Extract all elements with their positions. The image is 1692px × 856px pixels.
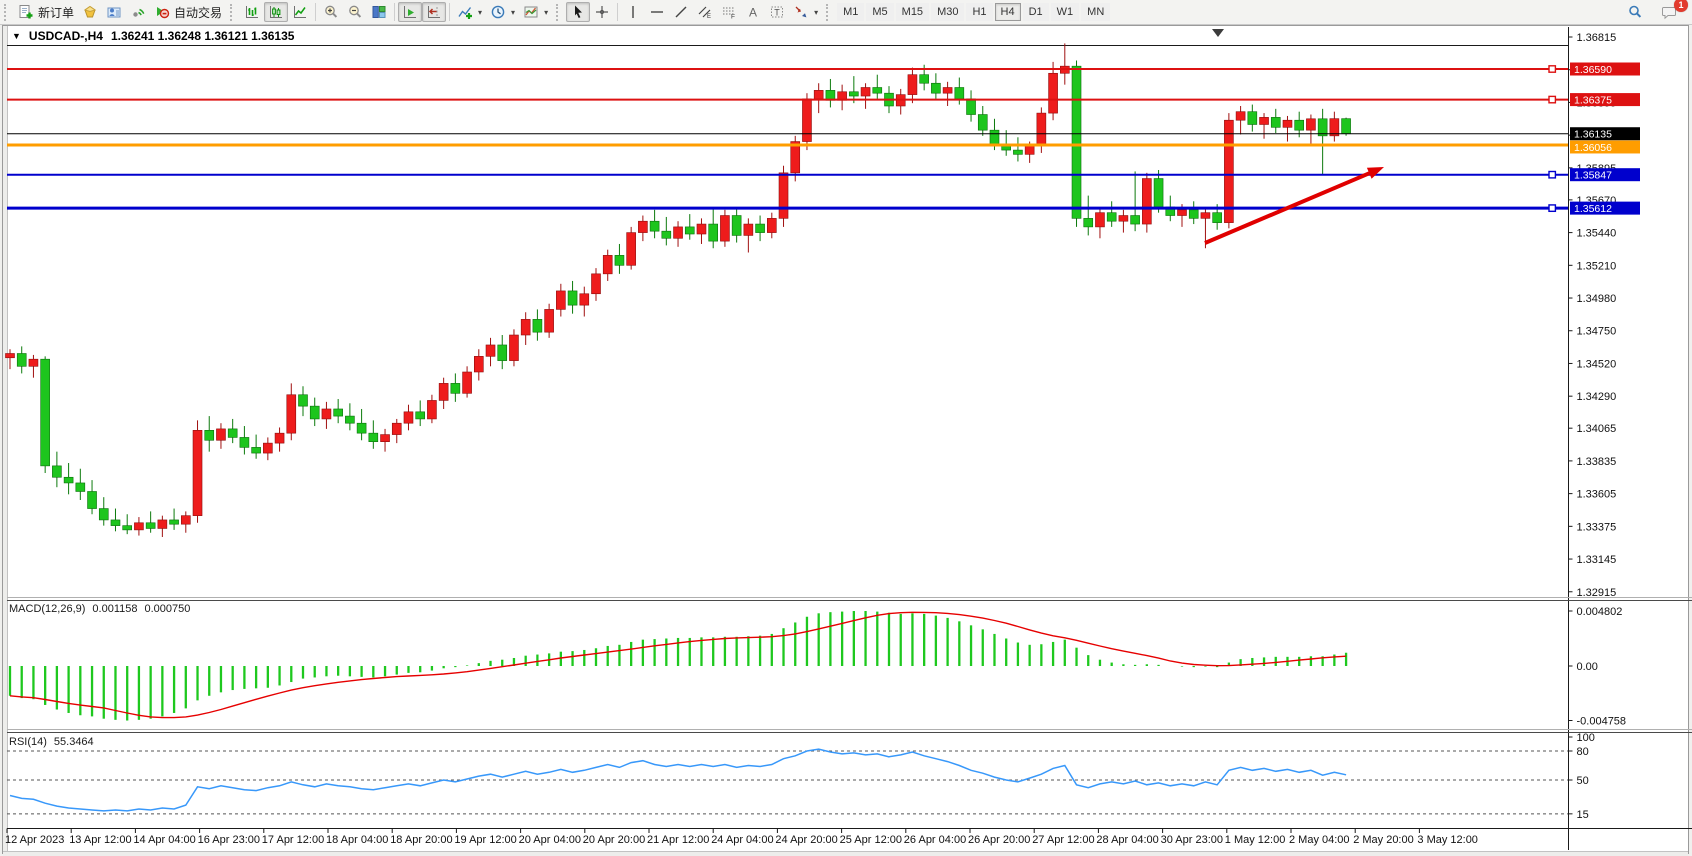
timeframe-m30[interactable]: M30 [931,3,964,21]
toolbar-separator [617,3,618,21]
templates-button[interactable]: ▾ [519,2,552,22]
tile-windows-button[interactable] [367,2,391,22]
templates-dropdown-caret[interactable]: ▾ [544,8,548,17]
zoom-in-icon [323,4,339,20]
notifications-button[interactable]: 1 [1657,2,1682,22]
toolbar-separator [394,3,395,21]
bar-chart-icon [244,4,260,20]
cursor-icon [570,4,586,20]
autotrade-icon [154,4,170,20]
line-chart-icon [292,4,308,20]
timeframe-h1[interactable]: H1 [966,3,992,21]
horizontal-line-icon [649,4,665,20]
toolbar-grip[interactable] [556,4,563,21]
toolbar-grip[interactable] [826,4,833,21]
autotrade-label: 自动交易 [174,4,222,21]
templates-icon [523,4,539,20]
fibonacci-icon: F [721,4,737,20]
signals-icon [130,4,146,20]
text-icon: A [745,4,761,20]
trendline-icon [673,4,689,20]
data-window-button[interactable] [102,2,126,22]
timeframe-m5[interactable]: M5 [866,3,893,21]
indicators-icon [457,4,473,20]
data-window-icon [106,4,122,20]
channel-icon: E [697,4,713,20]
svg-text:T: T [774,8,780,18]
new-order-icon [18,4,34,20]
chart-shift-button[interactable] [422,2,446,22]
signals-button[interactable] [126,2,150,22]
line-chart-button[interactable] [288,2,312,22]
toolbar: 新订单 [0,0,1692,25]
candlestick-chart-icon [268,4,284,20]
timeframe-mn[interactable]: MN [1081,3,1110,21]
arrows-button[interactable]: ▾ [789,2,822,22]
notification-badge: 1 [1674,0,1688,12]
periods-dropdown-caret[interactable]: ▾ [511,8,515,17]
channel-button[interactable]: E [693,2,717,22]
tile-windows-icon [371,4,387,20]
autotrade-button[interactable]: 自动交易 [150,2,226,22]
market-watch-icon [82,4,98,20]
chart-symbol-period: USDCAD-,H4 [29,29,103,43]
market-watch-button[interactable] [78,2,102,22]
chart-window [2,25,1689,854]
timeframe-d1[interactable]: D1 [1023,3,1049,21]
toolbar-grip[interactable] [230,4,237,21]
macd-value: 0.001158 [92,603,137,615]
window-bottom-border [3,851,1688,856]
new-order-button[interactable]: 新订单 [14,2,78,22]
macd-signal-value: 0.000750 [145,603,191,615]
periods-icon [490,4,506,20]
timeframe-w1[interactable]: W1 [1051,3,1080,21]
chart-title: ▼ USDCAD-,H4 1.36241 1.36248 1.36121 1.3… [12,29,294,43]
search-button[interactable] [1623,2,1647,22]
toolbar-separator [449,3,450,21]
rsi-value: 55.3464 [54,736,94,748]
vertical-line-icon [625,4,641,20]
crosshair-icon [594,4,610,20]
text-label-button[interactable]: T [765,2,789,22]
horizontal-line-button[interactable] [645,2,669,22]
svg-text:F: F [731,14,735,21]
indicators-dropdown-caret[interactable]: ▾ [478,8,482,17]
auto-scroll-icon [402,4,418,20]
arrows-dropdown-caret[interactable]: ▾ [814,8,818,17]
crosshair-button[interactable] [590,2,614,22]
window-left-border [3,26,8,853]
arrows-icon [793,4,809,20]
text-label-icon: T [769,4,785,20]
cursor-button[interactable] [566,2,590,22]
candlestick-chart-button[interactable] [264,2,288,22]
timeframe-m1[interactable]: M1 [837,3,864,21]
macd-name: MACD(12,26,9) [9,603,85,615]
chart-ohlc-values: 1.36241 1.36248 1.36121 1.36135 [111,29,295,43]
timeframe-m15[interactable]: M15 [896,3,929,21]
zoom-out-button[interactable] [343,2,367,22]
macd-indicator-label: MACD(12,26,9) 0.001158 0.000750 [9,603,190,615]
text-button[interactable]: A [741,2,765,22]
toolbar-grip[interactable] [4,4,11,21]
new-order-label: 新订单 [38,4,74,21]
fibonacci-button[interactable]: F [717,2,741,22]
trendline-button[interactable] [669,2,693,22]
search-icon [1627,4,1643,20]
chart-shift-icon [426,4,442,20]
indicators-button[interactable]: ▾ [453,2,486,22]
zoom-in-button[interactable] [319,2,343,22]
rsi-indicator-label: RSI(14) 55.3464 [9,736,94,748]
chart-title-expander-icon[interactable]: ▼ [12,31,21,41]
auto-scroll-button[interactable] [398,2,422,22]
zoom-out-icon [347,4,363,20]
timeframe-h4[interactable]: H4 [995,3,1021,21]
toolbar-separator [315,3,316,21]
mt4-terminal: 新订单 [0,0,1692,856]
svg-text:E: E [707,14,711,20]
vertical-line-button[interactable] [621,2,645,22]
periods-button[interactable]: ▾ [486,2,519,22]
bar-chart-button[interactable] [240,2,264,22]
svg-text:A: A [749,6,757,20]
rsi-name: RSI(14) [9,736,47,748]
